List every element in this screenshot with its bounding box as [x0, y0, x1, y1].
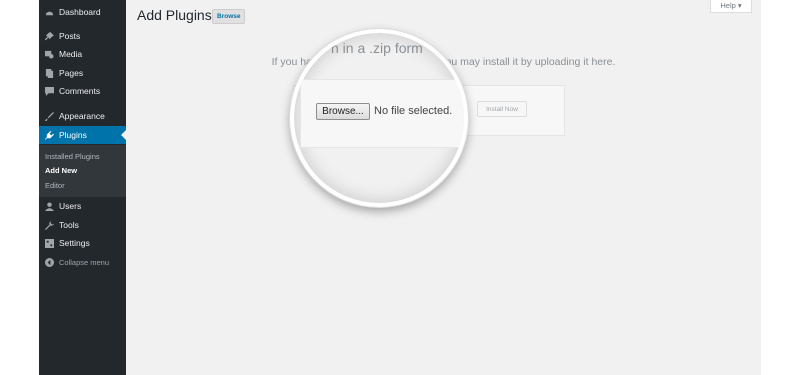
- sidebar-item-label: Collapse menu: [59, 257, 110, 267]
- sidebar-item-label: Users: [59, 201, 82, 211]
- sidebar-item-media[interactable]: Media: [39, 45, 126, 63]
- help-tab-button[interactable]: Help ▾: [710, 0, 752, 13]
- sidebar-item-posts[interactable]: Posts: [39, 27, 126, 45]
- plugin-icon: [45, 130, 54, 140]
- comment-icon: [45, 86, 54, 96]
- page-title: Add Plugins: [137, 7, 212, 23]
- dashboard-icon: [45, 8, 54, 17]
- sidebar-item-users[interactable]: Users: [39, 197, 126, 215]
- file-status-text: No file selected.: [374, 105, 453, 117]
- submenu-item-add-new[interactable]: Add New: [45, 166, 77, 175]
- sidebar-item-tools[interactable]: Tools: [39, 216, 126, 234]
- sidebar-item-dashboard[interactable]: Dashboard: [39, 3, 126, 21]
- sidebar-item-label: Appearance: [59, 111, 105, 121]
- media-icon: [45, 50, 54, 59]
- sidebar-item-settings[interactable]: Settings: [39, 234, 126, 252]
- magnified-instructions: n in a .zip form: [331, 40, 423, 56]
- submenu-item-editor[interactable]: Editor: [45, 181, 65, 190]
- submenu-item-installed-plugins[interactable]: Installed Plugins: [45, 152, 100, 161]
- file-browse-button[interactable]: Browse...: [316, 103, 370, 120]
- sidebar-item-label: Posts: [59, 31, 81, 41]
- sidebar-item-plugins[interactable]: Plugins: [39, 126, 126, 144]
- sidebar-item-label: Plugins: [59, 130, 87, 140]
- sidebar-item-label: Tools: [59, 220, 79, 230]
- collapse-menu-button[interactable]: Collapse menu: [39, 253, 126, 271]
- sidebar-item-label: Media: [59, 49, 83, 59]
- sidebar-item-pages[interactable]: Pages: [39, 64, 126, 82]
- sidebar-item-appearance[interactable]: Appearance: [39, 107, 126, 125]
- wrench-icon: [45, 220, 54, 230]
- sidebar-item-label: Comments: [59, 86, 101, 96]
- collapse-icon: [45, 257, 54, 267]
- settings-icon: [45, 238, 54, 248]
- plugins-submenu: Installed Plugins Add New Editor: [39, 145, 126, 197]
- sidebar-item-label: Settings: [59, 238, 90, 248]
- admin-sidebar: Dashboard Posts Media Pages Comments App…: [39, 0, 126, 375]
- browse-button[interactable]: Browse: [212, 9, 246, 24]
- install-now-button[interactable]: Install Now: [477, 101, 527, 117]
- sidebar-item-label: Pages: [59, 68, 84, 78]
- brush-icon: [45, 111, 54, 121]
- sidebar-item-comments[interactable]: Comments: [39, 82, 126, 100]
- magnifier-lens: n in a .zip form Browse... No file selec…: [290, 29, 468, 207]
- sidebar-item-label: Dashboard: [59, 7, 101, 17]
- pages-icon: [45, 68, 54, 78]
- pin-icon: [45, 31, 54, 41]
- user-icon: [45, 201, 54, 211]
